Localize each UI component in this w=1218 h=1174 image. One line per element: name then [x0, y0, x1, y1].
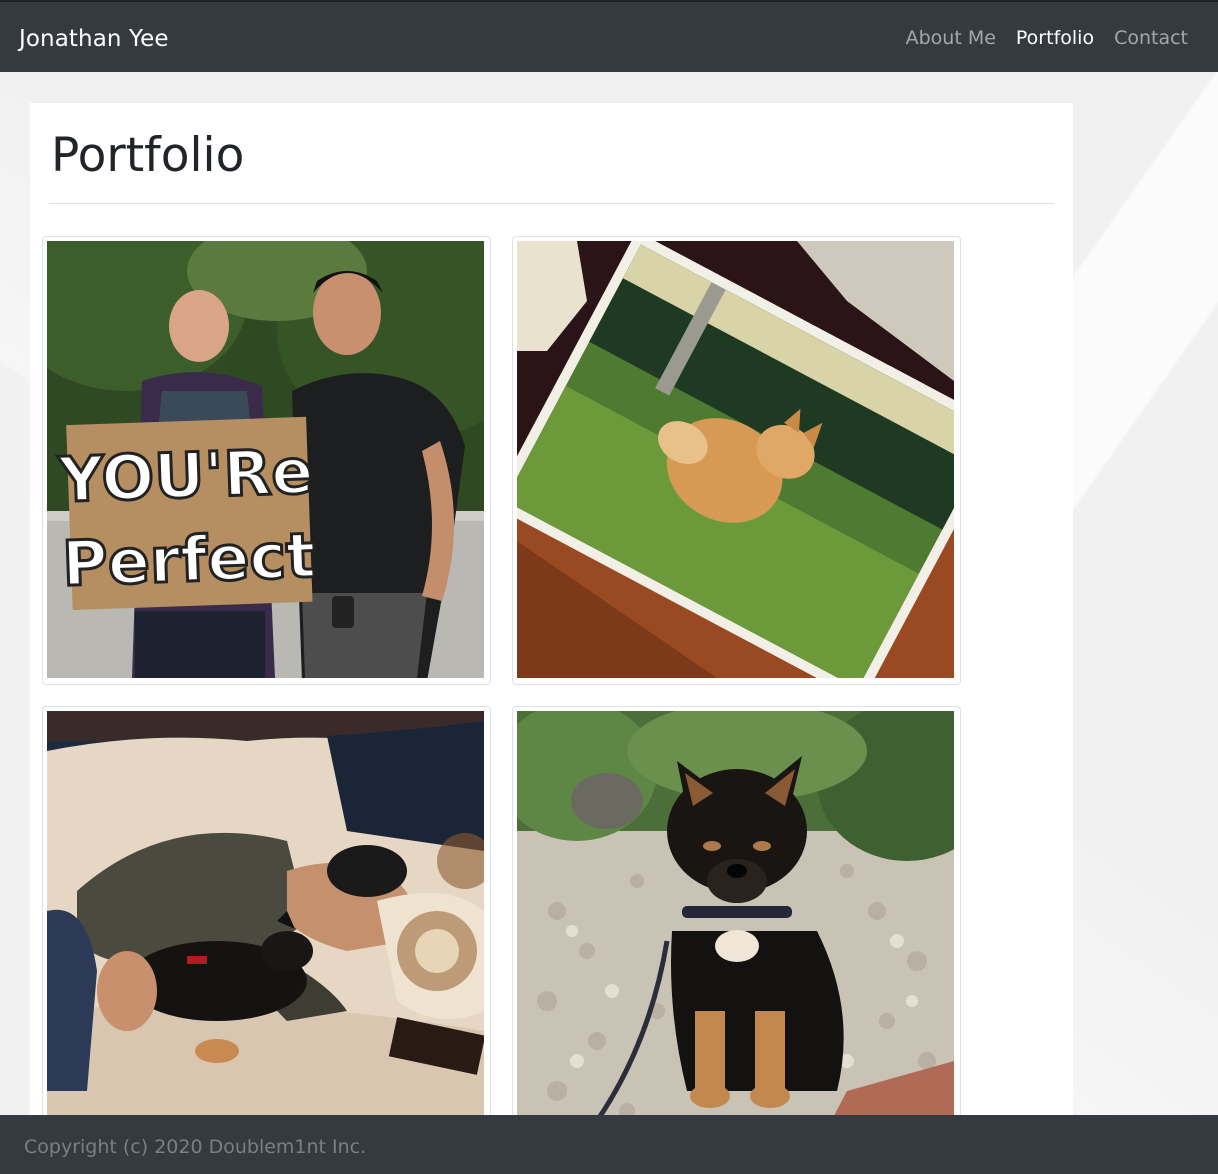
photo-orange-dog-print	[517, 241, 954, 678]
photo-black-puppy-pebbles	[517, 711, 954, 1148]
navbar: Jonathan Yee About Me Portfolio Contact	[0, 0, 1218, 72]
portfolio-photo-3[interactable]	[42, 706, 491, 1155]
footer: Copyright (c) 2020 Doublem1nt Inc.	[0, 1115, 1218, 1174]
photo-man-sleeping-puppy	[47, 711, 484, 1148]
sign-text-line1: YOU'Re	[57, 435, 315, 517]
page-title: Portfolio	[51, 128, 245, 183]
photo-two-men-sign: YOU'Re Perfect	[47, 241, 484, 678]
title-divider	[49, 203, 1054, 204]
nav-link-contact[interactable]: Contact	[1114, 25, 1188, 51]
portfolio-photo-2[interactable]	[512, 236, 961, 685]
brand-link[interactable]: Jonathan Yee	[19, 24, 169, 54]
copyright-text: Copyright (c) 2020 Doublem1nt Inc.	[24, 1136, 367, 1158]
portfolio-photo-4[interactable]	[512, 706, 961, 1155]
main-content: Portfolio YOU'Re Perfect	[30, 103, 1073, 1155]
nav-link-about-me[interactable]: About Me	[906, 25, 996, 51]
nav-links: About Me Portfolio Contact	[906, 25, 1188, 51]
nav-link-portfolio[interactable]: Portfolio	[1016, 25, 1094, 51]
sign-text-line2: Perfect	[61, 519, 317, 601]
portfolio-photo-1[interactable]: YOU'Re Perfect	[42, 236, 491, 685]
